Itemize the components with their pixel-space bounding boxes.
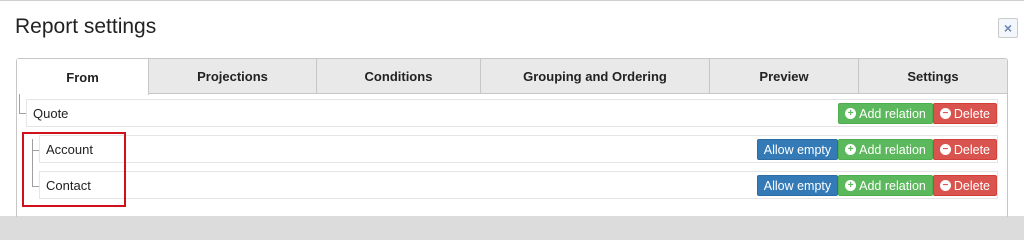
tab-preview[interactable]: Preview	[710, 59, 859, 94]
add-relation-label: Add relation	[859, 142, 926, 157]
dialog-title: Report settings	[15, 15, 157, 38]
plus-circle-icon: +	[845, 180, 857, 191]
row-actions: Allow empty + Add relation − Delete	[756, 139, 997, 160]
tab-conditions[interactable]: Conditions	[317, 59, 481, 94]
tab-from[interactable]: From	[17, 59, 149, 95]
delete-label: Delete	[953, 178, 990, 193]
tab-grouping-and-ordering[interactable]: Grouping and Ordering	[481, 59, 710, 94]
close-button[interactable]: ×	[998, 18, 1018, 38]
add-relation-label: Add relation	[859, 106, 926, 121]
tree-row-quote: Quote + Add relation − Delete	[26, 99, 998, 127]
add-relation-button[interactable]: + Add relation	[838, 103, 933, 124]
add-relation-label: Add relation	[859, 178, 926, 193]
minus-circle-icon: −	[939, 108, 951, 119]
row-actions: + Add relation − Delete	[838, 103, 997, 124]
delete-button[interactable]: − Delete	[932, 103, 997, 124]
highlight-annotation	[22, 132, 126, 207]
delete-button[interactable]: − Delete	[932, 139, 997, 160]
delete-label: Delete	[953, 106, 990, 121]
allow-empty-button[interactable]: Allow empty	[756, 139, 839, 160]
close-icon: ×	[1003, 20, 1013, 36]
plus-circle-icon: +	[845, 144, 857, 155]
entity-label: Quote	[33, 105, 69, 121]
tree-row-account: Account Allow empty + Add relation − Del…	[39, 135, 998, 163]
add-relation-button[interactable]: + Add relation	[838, 175, 933, 196]
tab-settings[interactable]: Settings	[859, 59, 1007, 94]
delete-button[interactable]: − Delete	[932, 175, 997, 196]
delete-label: Delete	[953, 142, 990, 157]
tab-projections[interactable]: Projections	[149, 59, 317, 94]
minus-circle-icon: −	[939, 144, 951, 155]
tree-row-contact: Contact Allow empty + Add relation − Del…	[39, 171, 998, 199]
row-actions: Allow empty + Add relation − Delete	[756, 175, 997, 196]
report-settings-dialog: Report settings × From Projections Condi…	[0, 0, 1024, 217]
plus-circle-icon: +	[845, 108, 857, 119]
allow-empty-button[interactable]: Allow empty	[756, 175, 839, 196]
tab-bar: From Projections Conditions Grouping and…	[17, 59, 1007, 95]
minus-circle-icon: −	[939, 180, 951, 191]
add-relation-button[interactable]: + Add relation	[838, 139, 933, 160]
